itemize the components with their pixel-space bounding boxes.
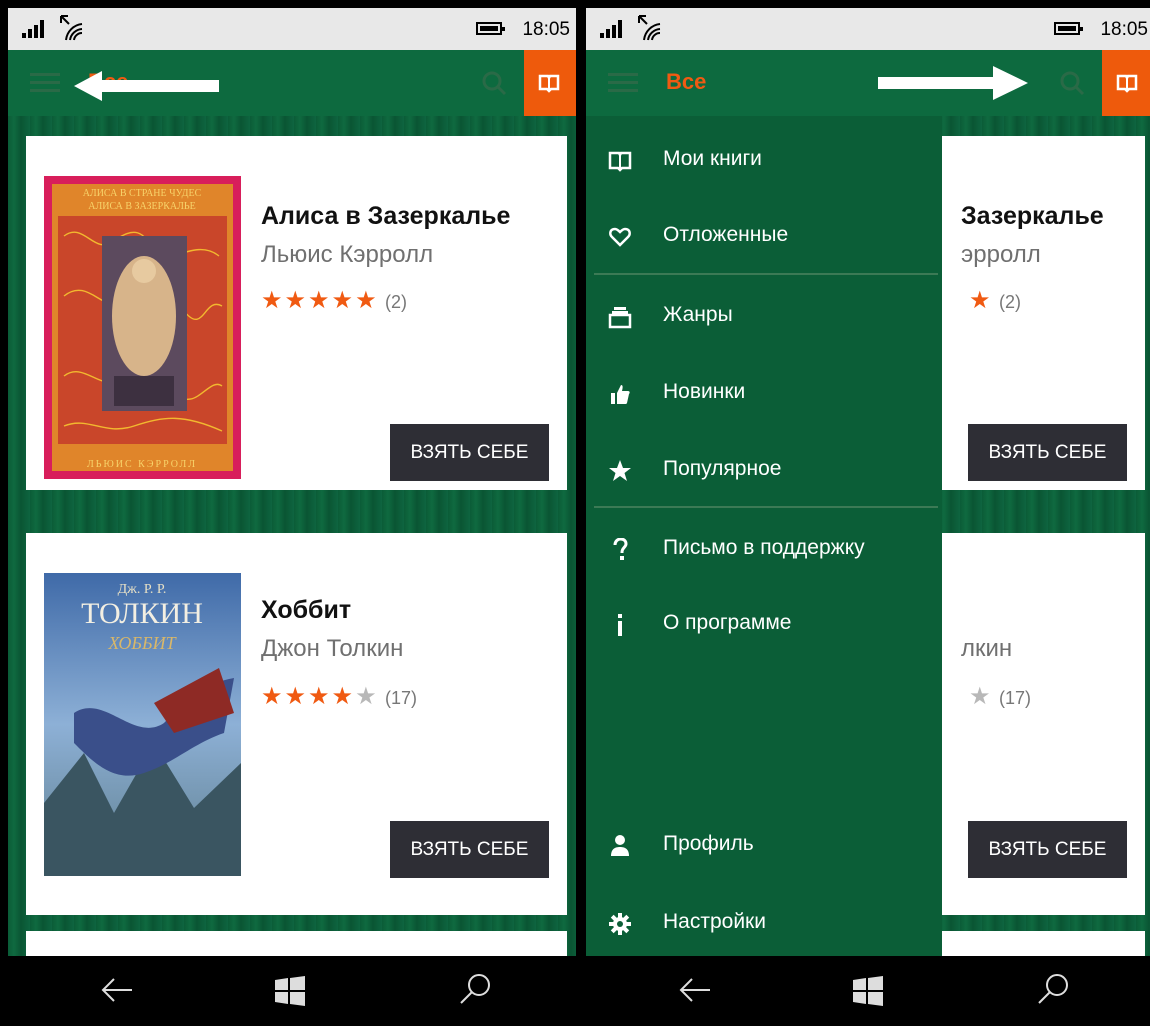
question-icon bbox=[613, 538, 628, 560]
person-icon bbox=[611, 835, 629, 856]
menu-item-profile[interactable]: Профиль bbox=[586, 816, 942, 876]
rating: ★ (17) bbox=[969, 682, 1031, 710]
take-book-button[interactable]: ВЗЯТЬ СЕБЕ bbox=[390, 424, 549, 481]
app-bar-title: Все bbox=[666, 69, 707, 94]
menu-item-popular[interactable]: Популярное bbox=[586, 441, 942, 501]
back-arrow-icon[interactable] bbox=[100, 976, 134, 1004]
book-author[interactable]: лкин bbox=[961, 635, 1012, 663]
wifi-icon bbox=[60, 15, 83, 41]
menu-item-new[interactable]: Новинки bbox=[586, 364, 942, 424]
arrow-left-annotation bbox=[74, 71, 219, 101]
menu-divider bbox=[594, 273, 938, 275]
book-icon bbox=[608, 151, 632, 172]
menu-item-saved[interactable]: Отложенные bbox=[586, 207, 942, 267]
menu-item-label: Мои книги bbox=[663, 147, 762, 170]
book-author[interactable]: эрролл bbox=[961, 241, 1041, 269]
star-rating-icon: ★ bbox=[969, 683, 993, 710]
rating-count: (2) bbox=[385, 292, 408, 312]
rating-count: (2) bbox=[998, 292, 1021, 312]
phone-screen-right: 18:05 Все Зазеркалье эрролл ★ (2) ВЗЯТЬ … bbox=[586, 8, 1150, 1023]
menu-item-my-books[interactable]: Мои книги bbox=[586, 131, 942, 191]
book-cover-image[interactable]: АЛИСА В СТРАНЕ ЧУДЕС АЛИСА В ЗАЗЕРКАЛЬЕ … bbox=[44, 176, 241, 479]
book-cover-image[interactable]: Дж. Р. Р. ТОЛКИН ХОББИТ bbox=[44, 573, 241, 876]
search-icon[interactable] bbox=[1036, 972, 1070, 1006]
battery-icon bbox=[1054, 22, 1083, 35]
system-nav-bar bbox=[8, 956, 576, 1023]
cover-author: ЛЬЮИС КЭРРОЛЛ bbox=[87, 459, 197, 470]
arrow-right-annotation bbox=[878, 66, 1028, 100]
cover-author: ТОЛКИН bbox=[81, 597, 203, 630]
menu-item-settings[interactable]: Настройки bbox=[586, 894, 942, 954]
rating-count: (17) bbox=[998, 688, 1031, 708]
book-title[interactable]: Хоббит bbox=[261, 596, 351, 625]
phone-screen-left: 18:05 Все bbox=[8, 8, 576, 1023]
my-books-button[interactable] bbox=[1102, 50, 1150, 116]
menu-item-genres[interactable]: Жанры bbox=[586, 287, 942, 347]
status-bar: 18:05 bbox=[8, 8, 576, 50]
menu-item-label: О программе bbox=[663, 611, 792, 634]
cover-title: ХОББИТ bbox=[107, 633, 177, 653]
back-arrow-icon[interactable] bbox=[678, 976, 712, 1004]
search-icon[interactable] bbox=[1058, 69, 1086, 97]
book-title[interactable]: Алиса в Зазеркалье bbox=[261, 202, 510, 231]
gear-icon bbox=[609, 913, 631, 935]
book-author[interactable]: Джон Толкин bbox=[261, 635, 403, 663]
signal-icon bbox=[22, 20, 44, 38]
menu-item-support[interactable]: Письмо в поддержку bbox=[586, 520, 942, 580]
hamburger-menu-icon[interactable] bbox=[608, 71, 638, 95]
heart-icon bbox=[609, 227, 631, 247]
cover-text-top: АЛИСА В СТРАНЕ ЧУДЕС bbox=[83, 188, 202, 199]
windows-logo-icon[interactable] bbox=[853, 976, 883, 1006]
wifi-icon bbox=[638, 15, 661, 41]
book-card[interactable]: АЛИСА В СТРАНЕ ЧУДЕС АЛИСА В ЗАЗЕРКАЛЬЕ … bbox=[26, 136, 567, 490]
star-icon bbox=[609, 460, 631, 481]
star-rating-icon: ★★★★★ bbox=[261, 683, 379, 710]
menu-item-label: Новинки bbox=[663, 380, 746, 403]
cover-text-top2: АЛИСА В ЗАЗЕРКАЛЬЕ bbox=[88, 201, 195, 212]
book-title[interactable]: Зазеркалье bbox=[961, 202, 1104, 231]
clock: 18:05 bbox=[1100, 19, 1148, 40]
star-rating-icon: ★★★★★ bbox=[261, 287, 379, 314]
take-book-button[interactable]: ВЗЯТЬ СЕБЕ bbox=[390, 821, 549, 878]
menu-item-label: Жанры bbox=[663, 303, 733, 326]
hamburger-menu-icon[interactable] bbox=[30, 71, 60, 95]
book-author[interactable]: Льюис Кэрролл bbox=[261, 241, 433, 269]
take-book-button[interactable]: ВЗЯТЬ СЕБЕ bbox=[968, 821, 1127, 878]
take-book-button[interactable]: ВЗЯТЬ СЕБЕ bbox=[968, 424, 1127, 481]
menu-divider bbox=[594, 506, 938, 508]
windows-logo-icon[interactable] bbox=[275, 976, 305, 1006]
status-bar: 18:05 bbox=[586, 8, 1150, 50]
star-rating-icon: ★ bbox=[969, 287, 993, 314]
signal-icon bbox=[600, 20, 622, 38]
clock: 18:05 bbox=[522, 19, 570, 40]
navigation-drawer: Мои книги Отложенные Жанры Новинки Попул… bbox=[586, 116, 942, 956]
rating: ★★★★★ (2) bbox=[261, 286, 408, 314]
thumbs-up-icon bbox=[611, 385, 630, 404]
book-list: АЛИСА В СТРАНЕ ЧУДЕС АЛИСА В ЗАЗЕРКАЛЬЕ … bbox=[8, 116, 576, 971]
menu-item-about[interactable]: О программе bbox=[586, 595, 942, 655]
search-icon[interactable] bbox=[458, 972, 492, 1006]
search-icon[interactable] bbox=[480, 69, 508, 97]
menu-item-label: Настройки bbox=[663, 910, 766, 933]
menu-item-label: Профиль bbox=[663, 832, 754, 855]
my-books-button[interactable] bbox=[524, 50, 576, 116]
book-icon bbox=[1116, 74, 1138, 93]
info-icon bbox=[618, 614, 622, 636]
menu-item-label: Отложенные bbox=[663, 223, 789, 246]
rating: ★★★★★ (17) bbox=[261, 682, 418, 710]
book-card[interactable]: Дж. Р. Р. ТОЛКИН ХОББИТ Хоббит Джон Толк… bbox=[26, 533, 567, 915]
rating: ★ (2) bbox=[969, 286, 1021, 314]
app-bar: Все bbox=[586, 50, 1150, 116]
battery-icon bbox=[476, 22, 505, 35]
menu-item-label: Популярное bbox=[663, 457, 782, 480]
rating-count: (17) bbox=[385, 688, 418, 708]
stack-icon bbox=[608, 307, 632, 329]
menu-item-label: Письмо в поддержку bbox=[663, 536, 865, 559]
system-nav-bar bbox=[586, 956, 1150, 1023]
book-icon bbox=[538, 74, 560, 93]
cover-text-top: Дж. Р. Р. bbox=[118, 582, 167, 597]
